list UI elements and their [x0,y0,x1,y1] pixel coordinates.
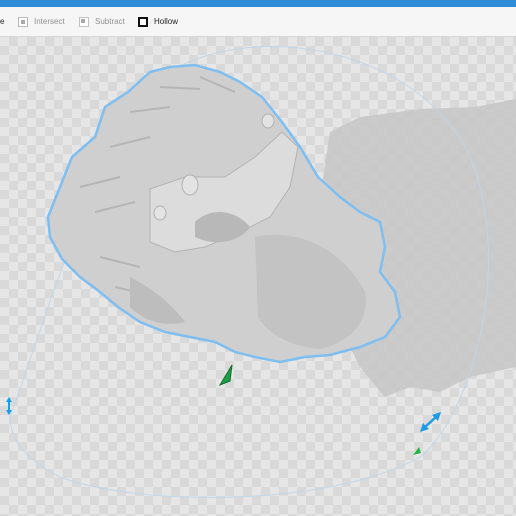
helmet-gem-3 [261,113,275,129]
move-handle-icon[interactable] [6,397,12,415]
window-title-bar [0,0,516,7]
subtract-button[interactable]: Subtract [79,7,125,36]
scale-arrow-icon[interactable] [420,412,441,432]
helmet-gem-2 [153,205,167,221]
viewport-scene [6,46,516,498]
hollow-label: Hollow [154,17,179,26]
intersect-icon [18,16,28,27]
pivot-marker-icon[interactable] [218,364,233,387]
subtract-icon [79,16,89,27]
hollow-button[interactable]: Hollow [138,7,178,36]
3d-viewport[interactable] [0,37,516,516]
hollow-icon [138,16,148,27]
subtract-label: Subtract [95,17,125,26]
rotate-handle-icon[interactable] [413,447,421,455]
toolbar: e Intersect Subtract Hollow [0,7,516,37]
toolbar-partial-label: e [0,17,5,26]
helmet-gem-1 [181,174,199,196]
head-model[interactable] [46,63,402,364]
intersect-button[interactable]: Intersect [18,7,65,36]
intersect-label: Intersect [34,17,65,26]
